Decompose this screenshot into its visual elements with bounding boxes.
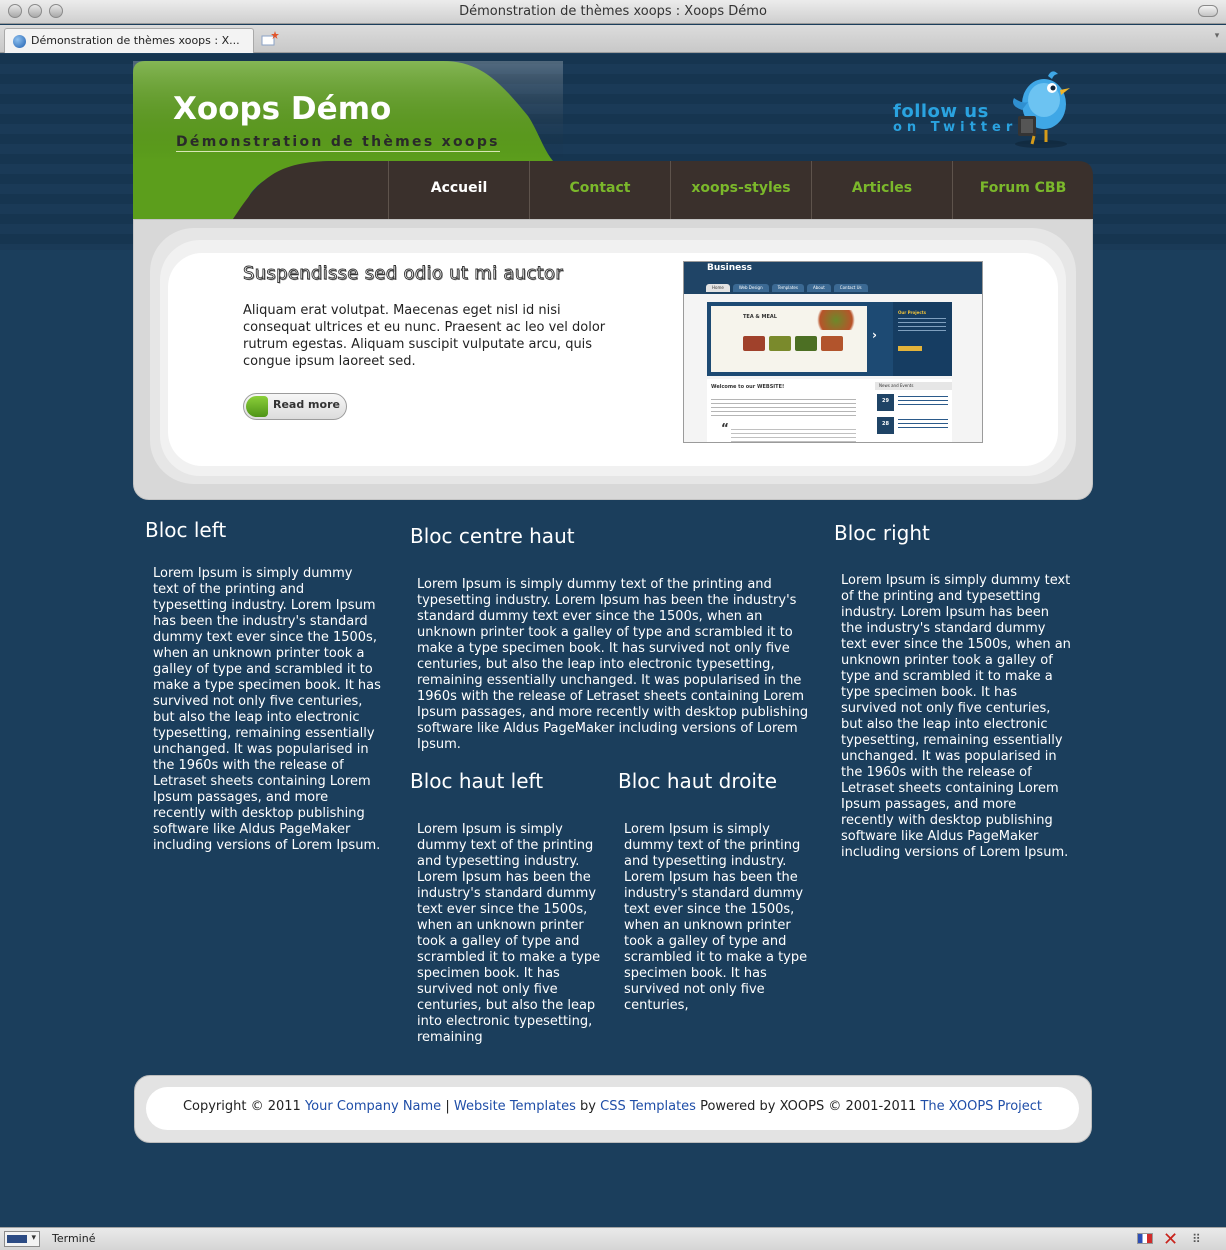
bloc-haut-left-title: Bloc haut left <box>410 769 544 793</box>
shot-news-title: News and Events <box>875 382 952 390</box>
status-text: Terminé <box>52 1232 96 1245</box>
shot-side-button <box>898 346 922 351</box>
status-dropdown[interactable]: ▾ <box>4 1231 40 1247</box>
slide-image[interactable]: Business Home Web Design Templates About Con… <box>683 261 983 443</box>
tab-scroll-icon[interactable]: ▾ <box>1210 31 1224 47</box>
footer-css-templates-link[interactable]: CSS Templates <box>600 1099 696 1114</box>
shot-food-image <box>811 310 861 330</box>
status-bar: ▾ Terminé ✕ ⠿ <box>0 1227 1226 1250</box>
shot-food-thumb <box>821 336 843 351</box>
nav-item-xoops-styles[interactable]: xoops-styles <box>670 161 811 219</box>
follow-us-text: follow us <box>893 101 989 122</box>
browser-tab-label: Démonstration de thèmes xoops : X... <box>31 34 240 47</box>
follow-twitter-link[interactable]: follow us on Twitter <box>893 101 1017 135</box>
shot-tab: Templates <box>771 284 804 292</box>
shot-date: 29 <box>877 394 894 411</box>
shot-banner: TEA & MEAL › Our Projects <box>707 302 952 376</box>
twitter-bird-icon[interactable] <box>1008 70 1074 150</box>
footer-powered: Powered by XOOPS © 2001-2011 <box>700 1099 917 1114</box>
bloc-haut-droite-text: Lorem Ipsum is simply dummy text of the … <box>624 822 808 1013</box>
shot-side-lines <box>898 318 946 332</box>
resize-grip-icon[interactable]: ⠿ <box>1192 1232 1201 1246</box>
shot-food-thumb <box>795 336 817 351</box>
bloc-left-title: Bloc left <box>145 518 227 542</box>
shot-tab: About <box>806 284 831 292</box>
bloc-right-text: Lorem Ipsum is simply dummy text of the … <box>841 573 1071 860</box>
site-title[interactable]: Xoops Démo <box>173 91 391 127</box>
shot-header: Business Home Web Design Templates About Con… <box>684 262 982 294</box>
read-more-label: Read more <box>273 398 340 411</box>
toolbar-toggle-button[interactable] <box>1198 5 1218 17</box>
chevron-right-icon: › <box>872 328 877 342</box>
nav-item-accueil[interactable]: Accueil <box>388 161 529 219</box>
shot-tab: Home <box>706 284 730 292</box>
on-twitter-text: on Twitter <box>893 120 1018 135</box>
slide-title: Suspendisse sed odio ut mi auctor <box>243 263 564 285</box>
bloc-right-title: Bloc right <box>834 521 930 545</box>
window-title: Démonstration de thèmes xoops : Xoops Dé… <box>459 4 767 19</box>
status-dropdown-icon <box>7 1235 27 1243</box>
footer-company-link[interactable]: Your Company Name <box>305 1099 441 1114</box>
browser-tab[interactable]: Démonstration de thèmes xoops : X... <box>4 28 254 53</box>
new-tab-icon[interactable] <box>260 30 280 48</box>
bloc-centre-haut-text: Lorem Ipsum is simply dummy text of the … <box>417 577 809 752</box>
nav-item-articles[interactable]: Articles <box>811 161 952 219</box>
shot-text-lines <box>711 399 856 417</box>
shot-food-thumb <box>769 336 791 351</box>
site-slogan: Démonstration de thèmes xoops <box>176 134 500 152</box>
shot-date-lines <box>898 419 948 431</box>
footer-copyright: Copyright © 2011 <box>182 1099 301 1114</box>
bloc-centre-haut-title: Bloc centre haut <box>410 524 575 548</box>
shot-tab: Web Design <box>732 284 769 292</box>
bloc-haut-left-text: Lorem Ipsum is simply dummy text of the … <box>417 822 601 1045</box>
shot-tabs: Home Web Design Templates About Contact Us <box>706 284 871 293</box>
shot-body: Welcome to our WEBSITE! “ News and Event… <box>707 379 952 442</box>
chevron-down-icon: ▾ <box>31 1233 36 1243</box>
nav-item-forum-cbb[interactable]: Forum CBB <box>952 161 1093 219</box>
shot-banner-image: TEA & MEAL <box>711 306 867 372</box>
close-x-icon[interactable]: ✕ <box>1163 1229 1178 1250</box>
globe-icon <box>13 35 26 48</box>
shot-brand: Business <box>707 263 752 273</box>
slide-text: Aliquam erat volutpat. Maecenas eget nis… <box>243 303 606 369</box>
shot-side-title: Our Projects <box>898 310 927 315</box>
shot-banner-title: TEA & MEAL <box>743 314 777 320</box>
bloc-left-text: Lorem Ipsum is simply dummy text of the … <box>153 566 381 853</box>
footer-separator: | <box>445 1099 450 1114</box>
read-more-button[interactable]: Read more <box>243 393 347 420</box>
nav-item-contact[interactable]: Contact <box>529 161 670 219</box>
shot-date: 28 <box>877 417 894 434</box>
shot-welcome: Welcome to our WEBSITE! <box>711 384 785 390</box>
read-more-knob-icon <box>246 396 268 417</box>
shot-text-lines <box>731 429 856 442</box>
quote-icon: “ <box>721 421 729 435</box>
bloc-haut-droite-title: Bloc haut droite <box>618 769 778 793</box>
footer-xoops-project-link[interactable]: The XOOPS Project <box>920 1099 1042 1114</box>
tab-bar: Démonstration de thèmes xoops : X... ▾ <box>0 25 1226 53</box>
shot-food-thumb <box>743 336 765 351</box>
footer-by: by <box>580 1099 596 1114</box>
footer-website-templates-link[interactable]: Website Templates <box>454 1099 576 1114</box>
window-titlebar: Démonstration de thèmes xoops : Xoops Dé… <box>0 0 1226 24</box>
main-nav: Accueil Contact xoops-styles Articles Fo… <box>388 161 1093 219</box>
shot-side-panel: Our Projects <box>893 302 952 376</box>
french-flag-icon[interactable] <box>1137 1233 1153 1244</box>
shot-tab: Contact Us <box>833 284 868 292</box>
shot-date-lines <box>898 396 948 408</box>
footer-text: Copyright © 2011 Your Company Name | Web… <box>146 1099 1079 1114</box>
